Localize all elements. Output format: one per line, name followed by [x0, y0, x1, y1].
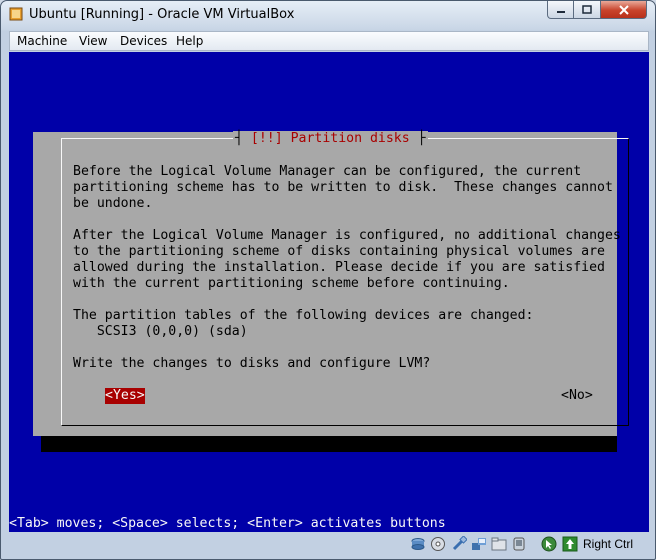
optical-disk-icon[interactable] [430, 536, 446, 552]
virtualbox-app-icon[interactable] [9, 7, 23, 21]
usb-icon[interactable] [451, 536, 467, 552]
hard-disk-icon[interactable] [410, 536, 426, 552]
dialog-text-line: After the Logical Volume Manager is conf… [73, 228, 621, 243]
keyboard-help-line: <Tab> moves; <Space> selects; <Enter> ac… [9, 516, 446, 531]
maximize-button[interactable] [574, 1, 601, 19]
minimize-button[interactable] [547, 1, 574, 19]
mouse-integration-icon[interactable] [541, 536, 557, 552]
dialog-text-line: with the current partitioning scheme bef… [73, 276, 510, 291]
dialog-text-line: partitioning scheme has to be written to… [73, 180, 613, 195]
yes-button[interactable]: <Yes> [105, 388, 145, 404]
menu-bar: Machine View Devices Help [9, 31, 649, 51]
close-icon [618, 4, 629, 15]
maximize-icon [582, 5, 592, 14]
host-key-icon[interactable] [562, 536, 578, 552]
virtualbox-window: Ubuntu [Running] - Oracle VM VirtualBox … [0, 0, 656, 560]
title-bar[interactable]: Ubuntu [Running] - Oracle VM VirtualBox [1, 1, 656, 29]
capture-icon[interactable] [511, 536, 527, 552]
dialog-question: Write the changes to disks and configure… [73, 356, 431, 371]
menu-machine[interactable]: Machine [17, 34, 67, 49]
dialog-text-line: The partition tables of the following de… [73, 308, 534, 323]
dialog-text-line: SCSI3 (0,0,0) (sda) [73, 324, 248, 339]
host-key-label: Right Ctrl [583, 537, 634, 551]
vm-screen[interactable]: ┤ [!!] Partition disks ├ Before the Logi… [9, 52, 649, 532]
partition-disks-dialog: ┤ [!!] Partition disks ├ Before the Logi… [33, 131, 629, 436]
minimize-icon [556, 10, 565, 13]
network-icon[interactable] [471, 536, 487, 552]
dialog-text-line: allowed during the installation. Please … [73, 260, 605, 275]
dialog-text-line: Before the Logical Volume Manager can be… [73, 164, 582, 179]
no-button[interactable]: <No> [561, 388, 593, 404]
window-title: Ubuntu [Running] - Oracle VM VirtualBox [29, 7, 295, 22]
dialog-text-line: be undone. [73, 196, 153, 211]
menu-devices[interactable]: Devices [120, 34, 167, 49]
menu-view[interactable]: View [79, 34, 107, 49]
menu-help[interactable]: Help [176, 34, 203, 49]
status-bar: Right Ctrl [9, 532, 649, 557]
close-button[interactable] [601, 1, 647, 19]
dialog-title: ┤ [!!] Partition disks ├ [233, 131, 428, 147]
shared-folder-icon[interactable] [491, 536, 507, 552]
dialog-text-line: to the partitioning scheme of disks cont… [73, 244, 605, 259]
